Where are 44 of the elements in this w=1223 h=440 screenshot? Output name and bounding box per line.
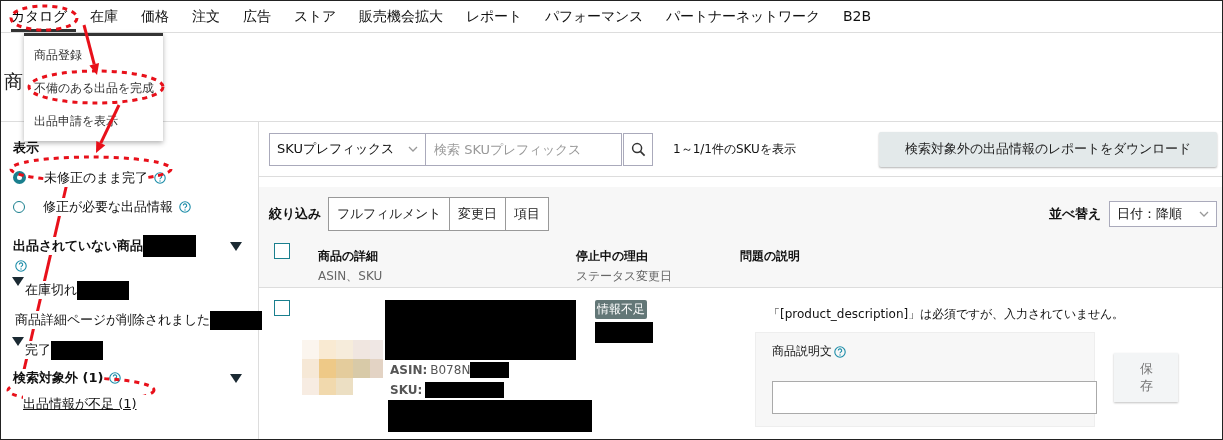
section-title: 出品されていない商品 [13,237,143,255]
sidebar-heading: 表示 [13,139,40,157]
filter-item[interactable]: 商品詳細ページが削除されました [15,311,210,329]
nav-tab[interactable]: ストア [294,1,345,32]
save-button[interactable]: 保存 [1114,353,1178,402]
status-badge: 情報不足 [595,300,647,319]
nav-tab[interactable]: カタログ [11,1,76,32]
menu-item[interactable]: 商品登録 [24,40,163,73]
issue-text: 「[product_description]」は必須ですが、入力されていません。 [768,306,1126,323]
nav-tab[interactable]: レポート [466,1,531,32]
sort-label: 並べ替え [1049,205,1101,223]
radio-label[interactable]: 未修正のまま完了 [44,168,148,187]
filter-button[interactable]: 項目 [505,197,549,231]
nav-tab[interactable]: B2B [843,1,881,32]
menu-item[interactable]: 不備のある出品を完成 [24,73,163,106]
nav-tab[interactable]: 価格 [141,1,178,32]
column-header: 商品の詳細 [318,248,379,265]
filter-button[interactable]: 変更日 [449,197,506,231]
filter-label: 絞り込み [269,205,321,223]
nav-tab[interactable]: 販売機会拡大 [359,1,452,32]
section-title: 検索対象外 (1) [13,369,104,387]
column-header: 問題の説明 [740,248,800,265]
nav-tab[interactable]: 注文 [192,1,229,32]
column-header: 停止中の理由 [576,248,649,265]
nav-tab[interactable]: 在庫 [90,1,127,32]
asin-value: B078N [430,363,471,377]
sort-dropdown[interactable]: 日付：降順 [1109,201,1217,227]
column-subheader: ステータス変更日 [576,268,673,285]
result-count: 1～1/1件のSKUを表示 [673,140,796,158]
filter-button[interactable]: フルフィルメント [328,197,450,231]
search-field[interactable]: 検索 SKUプレフィックス [426,132,622,166]
page-title: 商 [3,69,24,94]
nav-tab[interactable]: パフォーマンス [545,1,652,32]
filter-item[interactable]: 完了 [25,341,51,359]
filter-item[interactable]: 在庫切れ [25,281,77,299]
field-label: 商品説明文 [772,343,832,360]
nav-tab[interactable]: 広告 [243,1,280,32]
scope-dropdown[interactable]: SKUプレフィックス [269,132,426,166]
download-button[interactable]: 検索対象外の出品情報のレポートをダウンロード [879,131,1217,167]
nav-tab[interactable]: パートナーネットワーク [666,1,829,32]
sku-label: SKU: [390,383,423,397]
column-subheader: ASIN、SKU [318,268,384,285]
asin-label: ASIN: [390,363,428,377]
radio-label[interactable]: 修正が必要な出品情報 [43,197,173,216]
